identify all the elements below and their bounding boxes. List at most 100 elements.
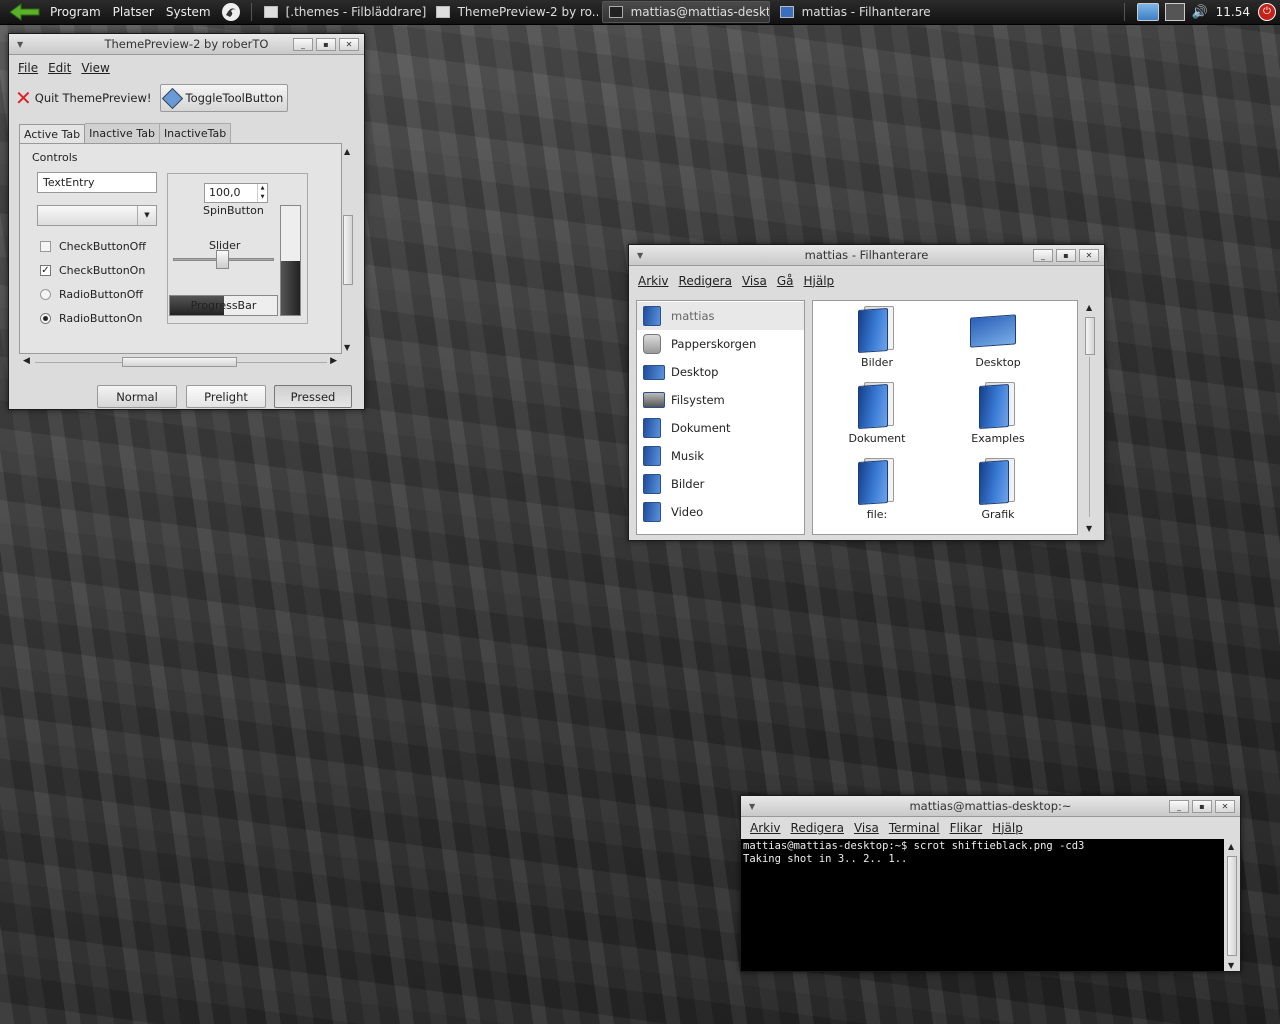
titlebar[interactable]: ▼ mattias@mattias-desktop:~ _ ▪ ✕ [741,796,1240,817]
scroll-up-icon[interactable]: ▲ [344,147,350,156]
menu-flikar[interactable]: Flikar [945,821,988,835]
scroll-thumb[interactable] [1085,317,1095,355]
sidebar-item-papperskorgen[interactable]: Papperskorgen [637,330,804,358]
checkbutton-off[interactable]: CheckButtonOff [40,240,146,253]
vertical-scrollbar[interactable]: ▲ ▼ [342,147,354,352]
close-button[interactable]: ✕ [339,37,359,51]
sidebar-item-video[interactable]: Video [637,498,804,526]
clock[interactable]: 11.54 [1214,0,1252,25]
top-panel: Program Platser System [.themes - Filblä… [0,0,1280,25]
menu-visa[interactable]: Visa [737,274,772,288]
checkbox-on-label: CheckButtonOn [59,264,146,277]
scroll-thumb[interactable] [122,357,237,367]
window-menu-icon[interactable]: ▼ [17,40,23,49]
minimize-button[interactable]: _ [1033,248,1053,262]
vertical-scrollbar[interactable]: ▲ ▼ [1226,842,1238,970]
titlebar[interactable]: ▼ mattias - Filhanterare _ ▪ ✕ [629,245,1104,266]
menu-ga[interactable]: Gå [772,274,799,288]
network-icon[interactable] [1165,3,1186,21]
quit-tool-button[interactable]: ✕ Quit ThemePreview! [15,84,152,112]
terminal-output[interactable]: mattias@mattias-desktop:~$ scrot shiftie… [741,839,1224,971]
tab-active[interactable]: Active Tab [19,124,86,144]
folder-icon [858,306,896,354]
menu-redigera[interactable]: Redigera [674,274,737,288]
scroll-up-icon[interactable]: ▲ [1086,303,1092,312]
file-item[interactable]: Examples [953,382,1043,445]
scroll-left-icon[interactable]: ◀ [23,356,30,366]
menu-file[interactable]: File [13,61,43,75]
scroll-right-icon[interactable]: ▶ [330,356,337,366]
sidebar-item-label: mattias [671,309,715,323]
radiobutton-off[interactable]: RadioButtonOff [40,288,143,301]
tab-inactive-1[interactable]: Inactive Tab [85,123,160,144]
scroll-down-icon[interactable]: ▼ [1228,961,1234,970]
maximize-button[interactable]: ▪ [316,37,336,51]
folder-icon [858,382,896,430]
combo-box[interactable]: ▼ [37,205,157,226]
window-menu-icon[interactable]: ▼ [637,251,643,260]
file-item[interactable]: file: [832,458,922,521]
sidebar-item-musik[interactable]: Musik [637,442,804,470]
notification-icon[interactable] [1137,3,1160,21]
sidebar-item-desktop[interactable]: Desktop [637,358,804,386]
toggle-tool-button[interactable]: ToggleToolButton [159,84,289,112]
sidebar-item-bilder[interactable]: Bilder [637,470,804,498]
menu-arkiv[interactable]: Arkiv [745,821,786,835]
minimize-button[interactable]: _ [293,37,313,51]
menu-system[interactable]: System [160,0,217,25]
titlebar[interactable]: ▼ ThemePreview-2 by roberTO _ ▪ ✕ [9,34,364,55]
radio-unselected [40,289,51,300]
file-item[interactable]: Dokument [832,382,922,445]
menu-terminal[interactable]: Terminal [884,821,945,835]
sidebar-item-mattias[interactable]: mattias [637,302,804,330]
shutdown-icon[interactable]: ⏻ [1258,3,1276,21]
menu-hjalp[interactable]: Hjälp [987,821,1028,835]
taskbar-button[interactable]: mattias - Filhanterare [774,1,942,23]
close-button[interactable]: ✕ [1215,799,1235,813]
menu-redigera[interactable]: Redigera [786,821,849,835]
menu-view[interactable]: View [76,61,114,75]
normal-button[interactable]: Normal [97,385,177,408]
taskbar-button[interactable]: mattias@mattias-deskt... [601,1,770,23]
taskbar-button[interactable]: [.themes - Filbläddrare] [258,1,426,23]
text-entry[interactable]: TextEntry [37,172,157,193]
maximize-button[interactable]: ▪ [1056,248,1076,262]
vertical-progress-fill [281,260,300,315]
firefox-launcher-icon[interactable] [217,0,245,25]
sidebar-item-dokument[interactable]: Dokument [637,414,804,442]
arrow-logo-icon [10,3,40,21]
slider-handle[interactable] [216,250,229,269]
menu-program[interactable]: Program [44,0,107,25]
minimize-button[interactable]: _ [1169,799,1189,813]
scroll-up-icon[interactable]: ▲ [1228,842,1234,851]
scroll-down-icon[interactable]: ▼ [344,343,350,352]
menu-hjalp[interactable]: Hjälp [799,274,840,288]
file-item[interactable]: Grafik [953,458,1043,521]
window-menu-icon[interactable]: ▼ [749,802,755,811]
close-button[interactable]: ✕ [1079,248,1099,262]
scroll-thumb[interactable] [1227,856,1237,956]
file-item[interactable]: Desktop [953,306,1043,369]
maximize-button[interactable]: ▪ [1192,799,1212,813]
vertical-scrollbar[interactable]: ▲ ▼ [1084,303,1096,533]
menu-platser[interactable]: Platser [107,0,160,25]
prelight-button[interactable]: Prelight [186,385,266,408]
main-menu-button[interactable] [0,0,44,25]
pressed-button[interactable]: Pressed [274,385,352,408]
menu-visa[interactable]: Visa [849,821,884,835]
sidebar-item-filsystem[interactable]: Filsystem [637,386,804,414]
horizontal-scrollbar[interactable]: ◀ ▶ [23,356,337,368]
file-item[interactable]: Bilder [832,306,922,369]
menu-arkiv[interactable]: Arkiv [633,274,674,288]
file-manager-window: ▼ mattias - Filhanterare _ ▪ ✕ Arkiv Red… [628,244,1105,541]
scroll-thumb[interactable] [343,215,353,285]
menu-edit[interactable]: Edit [43,61,76,75]
spin-button[interactable]: 100,0 ▲ ▼ [204,183,268,203]
taskbar-button[interactable]: ThemePreview-2 by ro... [430,1,598,23]
tab-inactive-2[interactable]: InactiveTab [159,123,232,144]
radiobutton-on[interactable]: RadioButtonOn [40,312,142,325]
checkbutton-on[interactable]: ✓ CheckButtonOn [40,264,145,277]
volume-icon[interactable]: 🔊 [1191,5,1207,20]
spin-arrows-icon[interactable]: ▲ ▼ [257,184,267,202]
scroll-down-icon[interactable]: ▼ [1086,524,1092,533]
